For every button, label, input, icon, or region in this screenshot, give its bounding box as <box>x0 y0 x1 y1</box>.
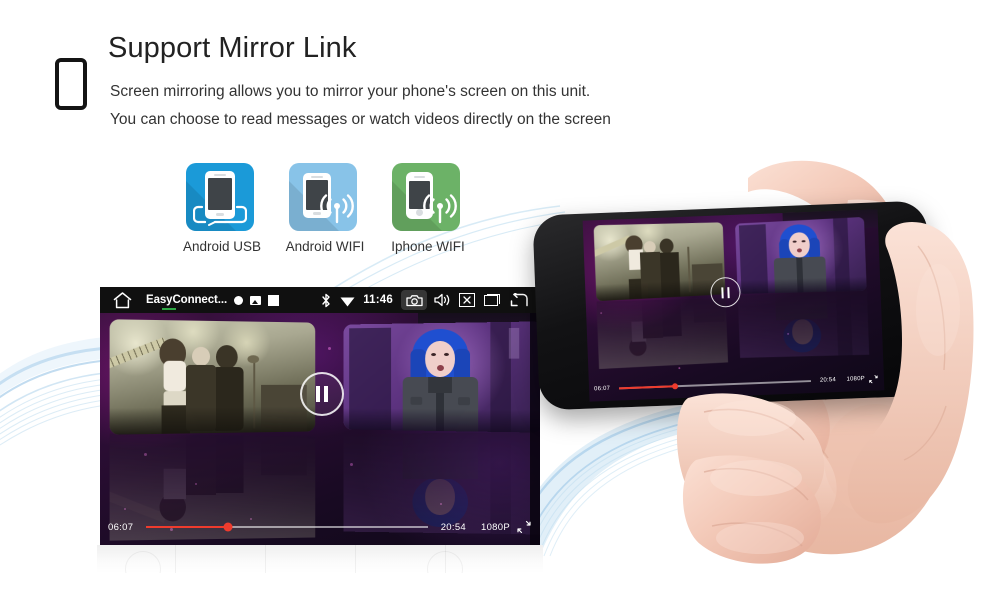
connection-mode-android-usb[interactable]: Android USB <box>183 163 261 254</box>
phone-video-thumbnail-singer[interactable] <box>735 216 867 294</box>
phone-video-progress-bar[interactable]: 06:07 20:54 1080P <box>589 372 884 395</box>
volume-icon[interactable] <box>434 293 451 307</box>
app-name-underline <box>162 308 176 310</box>
progress-fill <box>146 525 228 529</box>
record-dot-icon[interactable] <box>234 295 244 305</box>
bluetooth-icon[interactable] <box>320 293 332 308</box>
smartphone-device: 06:07 20:54 1080P <box>532 200 934 411</box>
resolution-label: 1080P <box>481 521 510 533</box>
phone-screen[interactable]: 06:07 20:54 1080P <box>582 209 885 402</box>
phone-duration-label: 20:54 <box>819 377 837 384</box>
video-progress-bar[interactable]: 06:07 20:54 1080P <box>100 519 540 535</box>
connection-mode-label: Iphone WIFI <box>391 239 465 254</box>
phone-progress-track[interactable] <box>619 380 811 390</box>
head-unit-bottom-bezel <box>97 545 543 573</box>
head-unit-status-bar: EasyConnect... 11:46 <box>100 287 540 313</box>
app-name-label: EasyConnect... <box>146 294 228 310</box>
phone-shrink-screen-icon[interactable] <box>869 374 878 383</box>
connection-mode-android-wifi[interactable]: Android WIFI <box>286 163 364 254</box>
connection-mode-iphone-wifi[interactable]: Iphone WIFI <box>391 163 465 254</box>
phone-thumbnail-reflection-singer <box>737 288 870 358</box>
connection-mode-label: Android WIFI <box>285 239 365 254</box>
connection-mode-label: Android USB <box>182 239 262 254</box>
pause-icon[interactable] <box>300 372 344 416</box>
promo-banner: Support Mirror Link Screen mirroring all… <box>0 0 1000 600</box>
phone-resolution-label: 1080P <box>846 375 866 383</box>
phone-progress-fill <box>619 385 675 390</box>
phone-video-thumbnail-band[interactable] <box>593 222 726 302</box>
connection-modes: Android USB Android WIFI Iphone WIFI <box>183 163 476 263</box>
phone-current-time-label: 06:07 <box>594 385 611 393</box>
iphone-wifi-icon <box>392 163 460 231</box>
phone-pause-icon[interactable] <box>709 276 742 308</box>
car-head-unit-screen: EasyConnect... 11:46 06:07 20:54 1080P <box>100 287 540 545</box>
phone-thumbnail-reflection-band <box>596 298 729 370</box>
mirrored-video-canvas[interactable]: 06:07 20:54 1080P <box>100 313 540 545</box>
stop-square-icon[interactable] <box>268 294 280 306</box>
current-time-label: 06:07 <box>108 521 134 533</box>
close-box-icon[interactable] <box>459 293 475 307</box>
app-name-text: EasyConnect... <box>146 294 228 306</box>
status-clock: 11:46 <box>363 294 393 306</box>
description-line-2: You can choose to read messages or watch… <box>110 111 611 128</box>
progress-track[interactable] <box>146 522 428 532</box>
smartphone-outline-icon <box>55 58 87 110</box>
multi-window-icon[interactable] <box>484 294 500 306</box>
video-thumbnail-singer[interactable] <box>343 321 540 433</box>
phone-usb-cable-icon <box>186 163 254 231</box>
home-icon[interactable] <box>113 291 132 309</box>
description-line-1: Screen mirroring allows you to mirror yo… <box>110 83 591 100</box>
wifi-icon[interactable] <box>340 294 355 307</box>
duration-label: 20:54 <box>440 521 466 533</box>
video-thumbnail-band[interactable] <box>109 319 316 435</box>
camera-icon[interactable] <box>401 290 427 310</box>
phone-progress-knob[interactable] <box>671 383 678 390</box>
phone-wifi-icon <box>289 163 357 231</box>
page-title: Support Mirror Link <box>108 32 357 64</box>
progress-knob[interactable] <box>223 522 233 532</box>
hand-holding-phone: 06:07 20:54 1080P <box>520 160 1000 600</box>
photo-icon[interactable] <box>250 295 262 305</box>
